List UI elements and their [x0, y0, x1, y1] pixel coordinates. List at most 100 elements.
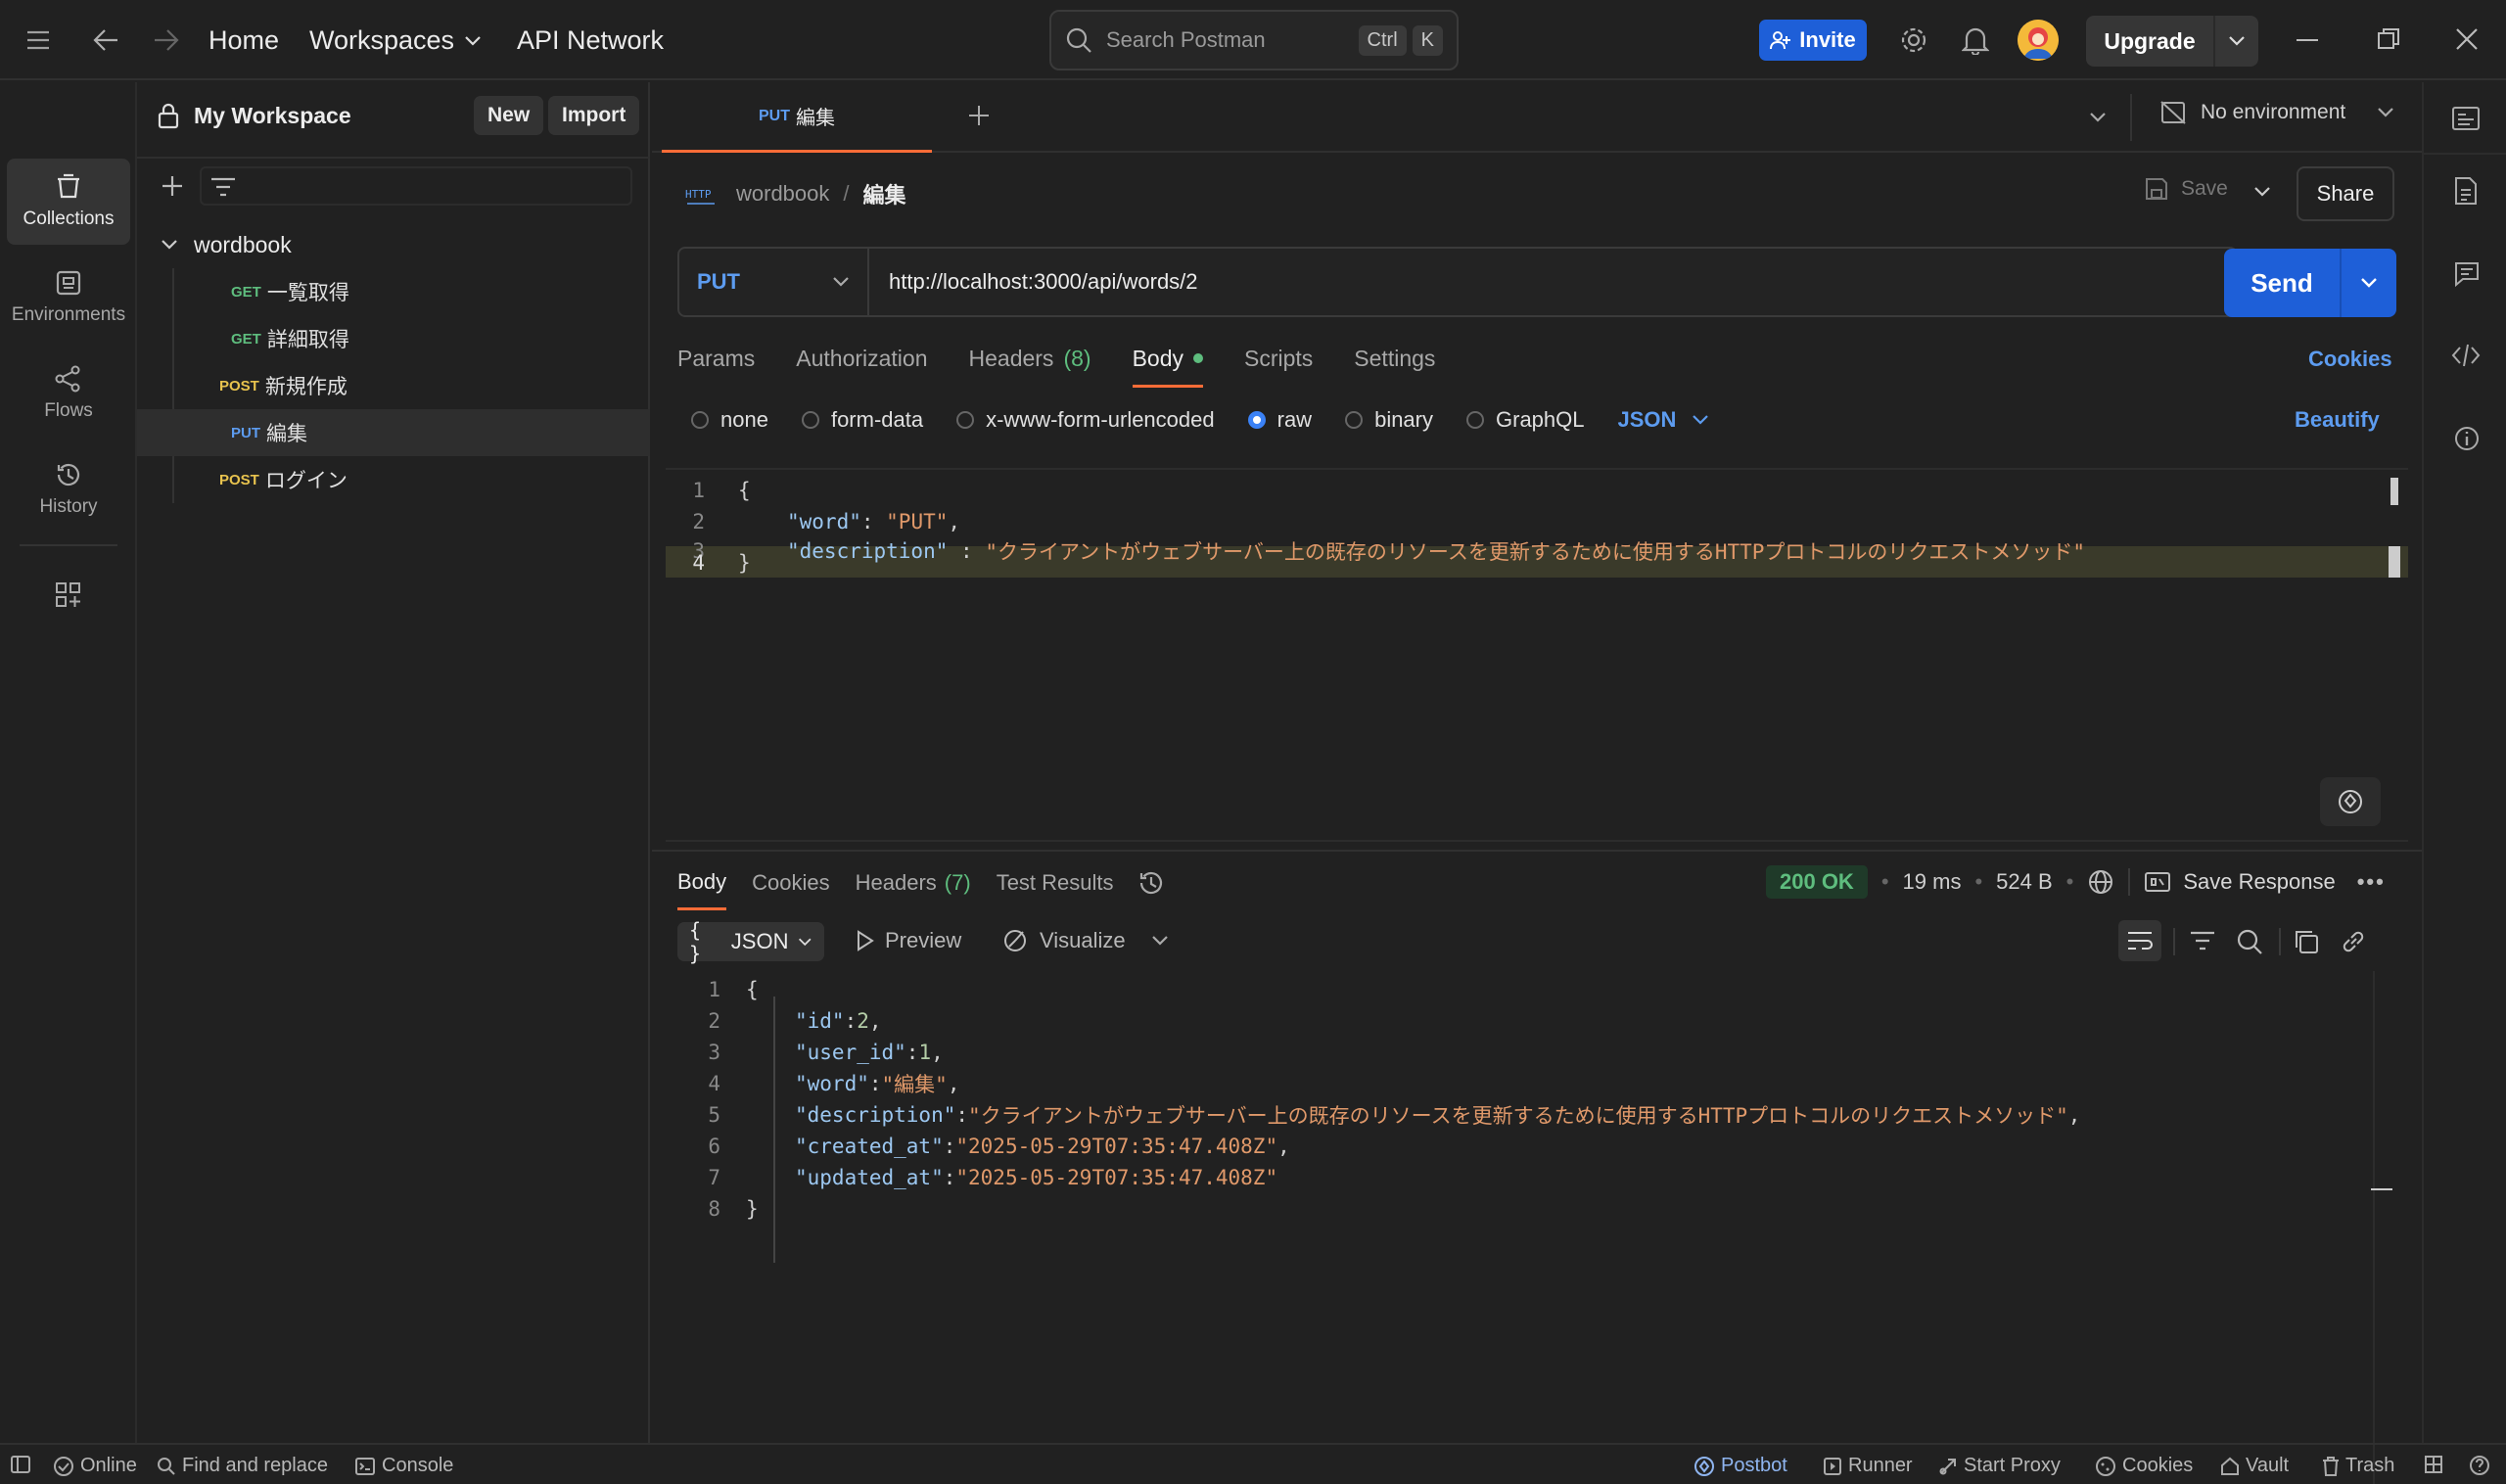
toggle-sidebar-icon[interactable] [10, 1455, 31, 1474]
tab-headers[interactable]: Headers (8) [969, 329, 1091, 388]
forward-arrow-icon[interactable] [153, 27, 180, 53]
invite-button[interactable]: Invite [1759, 20, 1867, 61]
rail-item-history[interactable]: History [7, 446, 130, 533]
response-tab-headers[interactable]: Headers (7) [856, 870, 971, 896]
find-replace-button[interactable]: Find and replace [157, 1455, 328, 1477]
globe-icon[interactable] [2087, 868, 2114, 896]
share-button[interactable]: Share [2297, 166, 2394, 221]
response-format-select[interactable]: { } JSON [677, 918, 824, 965]
tab-body[interactable]: Body [1132, 329, 1204, 388]
nav-api-network[interactable]: API Network [517, 25, 664, 56]
body-format-select[interactable]: JSON [1618, 407, 1710, 433]
trash-button[interactable]: Trash [2322, 1455, 2394, 1477]
request-item[interactable]: GET 詳細取得 [137, 315, 650, 362]
tab-settings[interactable]: Settings [1354, 329, 1435, 388]
history-icon[interactable] [1137, 869, 1165, 897]
chevron-down-icon[interactable] [1151, 935, 1169, 947]
preview-button[interactable]: Preview [856, 928, 961, 953]
restore-icon[interactable] [2377, 27, 2400, 51]
send-button[interactable]: Send [2224, 249, 2396, 317]
scrollbar-thumb[interactable] [2390, 478, 2398, 505]
wrap-lines-icon[interactable] [2118, 920, 2161, 961]
request-item[interactable]: POST ログイン [137, 456, 650, 503]
layout-icon[interactable] [2424, 1455, 2443, 1474]
request-tab[interactable]: PUT 編集 [662, 82, 932, 153]
environment-selector[interactable]: No environment [2159, 100, 2394, 125]
visualize-button[interactable]: Visualize [1002, 928, 1169, 953]
status-badge[interactable]: 200 OK [1766, 865, 1868, 899]
radio-graphql[interactable]: GraphQL [1466, 407, 1585, 433]
vault-button[interactable]: Vault [2220, 1455, 2289, 1477]
collection-search-input[interactable] [200, 166, 632, 206]
code-snippet-icon[interactable] [2451, 343, 2481, 368]
radio-none[interactable]: none [691, 407, 768, 433]
help-icon[interactable] [2469, 1455, 2490, 1476]
radio-urlencoded[interactable]: x-www-form-urlencoded [956, 407, 1215, 433]
rail-item-collections[interactable]: Collections [7, 159, 130, 245]
url-input[interactable]: http://localhost:3000/api/words/2 [889, 269, 1198, 295]
response-tab-test-results[interactable]: Test Results [997, 870, 1114, 896]
new-tab-icon[interactable] [967, 104, 991, 127]
search-icon[interactable] [2236, 928, 2263, 955]
postbot-button[interactable]: Postbot [1694, 1455, 1787, 1477]
more-options-icon[interactable]: ••• [2357, 869, 2386, 895]
request-item[interactable]: POST 新規作成 [137, 362, 650, 409]
tab-scripts[interactable]: Scripts [1244, 329, 1313, 388]
rail-item-flows[interactable]: Flows [7, 350, 130, 437]
copy-icon[interactable] [2293, 928, 2320, 955]
nav-workspaces[interactable]: Workspaces [309, 25, 482, 56]
import-button[interactable]: Import [548, 96, 640, 135]
breadcrumb-collection[interactable]: wordbook [736, 181, 829, 207]
tab-params[interactable]: Params [677, 329, 755, 388]
save-button[interactable]: Save [2144, 176, 2228, 202]
tab-authorization[interactable]: Authorization [796, 329, 927, 388]
console-button[interactable]: Console [354, 1455, 453, 1477]
apps-icon[interactable] [55, 581, 82, 609]
request-item-selected[interactable]: PUT 編集 [137, 409, 650, 456]
breadcrumb-request[interactable]: 編集 [863, 178, 906, 209]
collection-wordbook[interactable]: wordbook [137, 221, 650, 268]
response-size[interactable]: 524 B [1996, 869, 2053, 895]
request-item[interactable]: GET 一覧取得 [137, 268, 650, 315]
response-body[interactable]: 1 { 2 "id": 2 , 3 "user_id": 1 , 4 "word… [652, 971, 2394, 1484]
start-proxy-button[interactable]: Start Proxy [1938, 1455, 2061, 1477]
avatar[interactable] [2018, 20, 2059, 61]
send-dropdown-chevron-icon[interactable] [2342, 277, 2396, 289]
minimize-icon[interactable] [2297, 39, 2318, 41]
comments-icon[interactable] [2453, 260, 2481, 288]
radio-binary[interactable]: binary [1345, 407, 1433, 433]
tabs-dropdown-chevron-icon[interactable] [2089, 112, 2107, 123]
request-body-editor[interactable]: 1 { 2 "word" : "PUT" , 3 "description" :… [666, 468, 2408, 842]
gear-icon[interactable] [1899, 25, 1928, 55]
menu-icon[interactable] [25, 29, 51, 51]
runner-button[interactable]: Runner [1823, 1455, 1913, 1477]
filter-icon[interactable] [2189, 930, 2216, 951]
close-icon[interactable] [2455, 27, 2479, 51]
response-tab-body[interactable]: Body [677, 856, 727, 910]
radio-form-data[interactable]: form-data [801, 407, 923, 433]
save-response-button[interactable]: Save Response [2144, 869, 2336, 895]
back-arrow-icon[interactable] [92, 27, 119, 53]
add-collection-icon[interactable] [161, 174, 184, 198]
upgrade-dropdown-chevron-icon[interactable] [2215, 35, 2258, 47]
method-select[interactable]: PUT [679, 249, 869, 315]
documentation-icon[interactable] [2453, 176, 2479, 206]
radio-raw[interactable]: raw [1247, 407, 1312, 433]
response-tab-cookies[interactable]: Cookies [752, 870, 829, 896]
info-icon[interactable] [2453, 425, 2481, 452]
nav-home[interactable]: Home [209, 25, 279, 56]
response-time[interactable]: 19 ms [1903, 869, 1962, 895]
save-dropdown-chevron-icon[interactable] [2253, 186, 2271, 198]
beautify-link[interactable]: Beautify [2295, 407, 2380, 433]
postbot-assist-icon[interactable] [2320, 777, 2381, 826]
bell-icon[interactable] [1962, 25, 1989, 55]
search-bar[interactable]: Search Postman Ctrl K [1049, 10, 1459, 70]
link-icon[interactable] [2340, 928, 2367, 955]
new-button[interactable]: New [474, 96, 544, 135]
workspace-overview-icon[interactable] [2451, 106, 2481, 131]
rail-item-environments[interactable]: Environments [7, 255, 130, 341]
online-status[interactable]: Online [53, 1455, 137, 1477]
cookies-button[interactable]: Cookies [2095, 1455, 2193, 1477]
cookies-link[interactable]: Cookies [2308, 347, 2392, 372]
upgrade-button[interactable]: Upgrade [2086, 16, 2258, 67]
